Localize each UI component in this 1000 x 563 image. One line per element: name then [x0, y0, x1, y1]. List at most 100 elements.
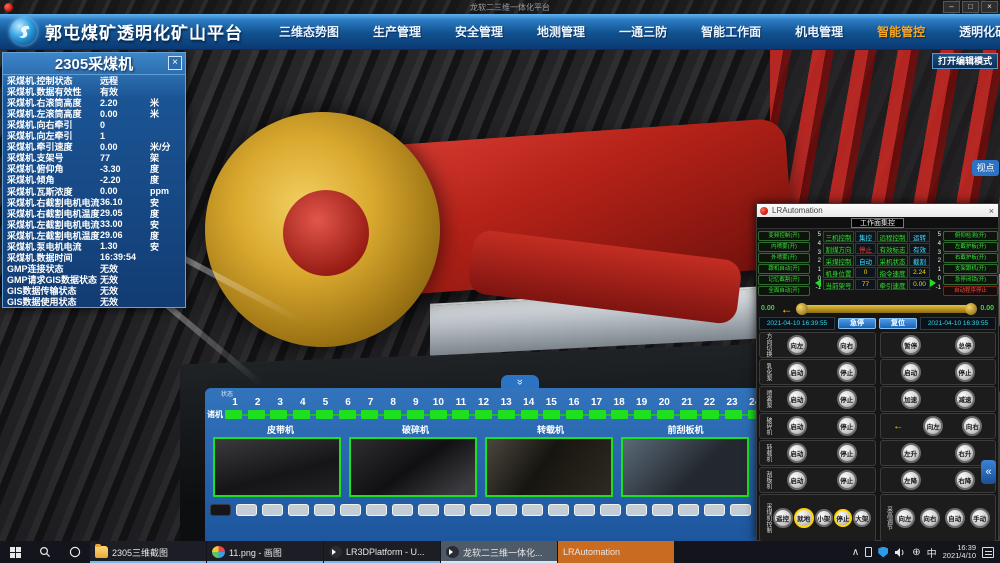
camera-number[interactable]: 6: [338, 397, 358, 408]
control-button-启动[interactable]: 启动: [787, 443, 807, 463]
camera-number[interactable]: 14: [519, 397, 539, 408]
camera-number[interactable]: 2: [248, 397, 268, 408]
collapse-panel-button[interactable]: «: [501, 375, 539, 388]
pager-square[interactable]: [262, 504, 283, 516]
taskbar-app[interactable]: LR3DPlatform - U...: [324, 541, 440, 563]
camera-thumbnail[interactable]: [213, 437, 341, 497]
pager-square[interactable]: [600, 504, 621, 516]
viewpoint-tag[interactable]: 视点: [972, 160, 999, 176]
panel-close-icon[interactable]: ×: [168, 56, 182, 70]
control-button-停止[interactable]: 停止: [837, 443, 857, 463]
pager-square[interactable]: [418, 504, 439, 516]
nav-item[interactable]: 生产管理: [373, 23, 421, 40]
pager-square[interactable]: [704, 504, 725, 516]
mode-button[interactable]: 右截护板(开): [943, 253, 998, 263]
control-button-手动[interactable]: 手动: [970, 508, 990, 528]
hidden-icons-caret[interactable]: ∧: [852, 547, 859, 558]
mode-button[interactable]: 外喷雾(开): [758, 253, 810, 263]
camera-number[interactable]: 13: [496, 397, 516, 408]
start-button[interactable]: [0, 541, 30, 563]
network-icon[interactable]: ⊕: [912, 547, 920, 558]
control-button-停止[interactable]: 停止: [837, 416, 857, 436]
tray-clock[interactable]: 16:39 2021/4/10: [943, 544, 976, 560]
camera-number[interactable]: 12: [474, 397, 494, 408]
action-center-icon[interactable]: [982, 547, 994, 558]
open-edit-mode-button[interactable]: 打开编辑模式: [932, 53, 998, 69]
taskbar-app[interactable]: LRAutomation: [558, 541, 674, 563]
mode-button[interactable]: 内喷雾(开): [758, 242, 810, 252]
camera-number[interactable]: 3: [270, 397, 290, 408]
camera-number[interactable]: 20: [654, 397, 674, 408]
camera-number[interactable]: 21: [677, 397, 697, 408]
control-button-右升[interactable]: 右升: [955, 443, 975, 463]
mode-button[interactable]: 跟机自动(开): [758, 264, 810, 274]
mode-button[interactable]: 左截护板(开): [943, 242, 998, 252]
mode-button[interactable]: 自动程序停止: [943, 286, 998, 296]
estop-button[interactable]: 急停: [838, 318, 876, 329]
camera-number[interactable]: 18: [609, 397, 629, 408]
camera-number[interactable]: 4: [293, 397, 313, 408]
pager-square[interactable]: [574, 504, 595, 516]
control-button-向右[interactable]: 向右: [837, 335, 857, 355]
control-button-向左[interactable]: 向左: [895, 508, 915, 528]
pager-square[interactable]: [548, 504, 569, 516]
camera-number[interactable]: 5: [315, 397, 335, 408]
control-button-停止[interactable]: 停止: [834, 509, 852, 527]
camera-number[interactable]: 9: [406, 397, 426, 408]
pager-square[interactable]: [522, 504, 543, 516]
control-button-启动[interactable]: 启动: [787, 416, 807, 436]
camera-number[interactable]: 7: [361, 397, 381, 408]
nav-item[interactable]: 安全管理: [455, 23, 503, 40]
reset-button[interactable]: 复位: [879, 318, 917, 329]
control-button-加速[interactable]: 加速: [901, 389, 921, 409]
control-button-启动[interactable]: 启动: [901, 362, 921, 382]
mode-button[interactable]: 急停闭锁(开): [943, 275, 998, 285]
nav-item[interactable]: 透明化矿山: [959, 23, 1000, 40]
camera-number[interactable]: 10: [428, 397, 448, 408]
pager-square[interactable]: [392, 504, 413, 516]
camera-number[interactable]: 17: [587, 397, 607, 408]
camera-number[interactable]: 1: [225, 397, 245, 408]
control-button-右降[interactable]: 右降: [955, 470, 975, 490]
control-button-停止[interactable]: 停止: [837, 362, 857, 382]
nav-item[interactable]: 地测管理: [537, 23, 585, 40]
control-button-就地[interactable]: 就地: [794, 508, 814, 528]
search-button[interactable]: [30, 541, 60, 563]
control-button-暂停[interactable]: 暂停: [901, 335, 921, 355]
pager-square[interactable]: [366, 504, 387, 516]
nav-item[interactable]: 一通三防: [619, 23, 667, 40]
close-button[interactable]: ×: [981, 1, 998, 13]
defender-shield-icon[interactable]: [878, 547, 888, 558]
pager-square[interactable]: [236, 504, 257, 516]
pager-square[interactable]: [496, 504, 517, 516]
pager-square[interactable]: [444, 504, 465, 516]
usb-device-icon[interactable]: [865, 547, 872, 557]
speaker-icon[interactable]: [894, 547, 906, 558]
control-button-遥控[interactable]: 遥控: [773, 508, 793, 528]
taskbar-app[interactable]: 2305三维截图: [90, 541, 206, 563]
pager-square[interactable]: [340, 504, 361, 516]
control-button-左降[interactable]: 左降: [901, 470, 921, 490]
mode-button[interactable]: 全面自动(开): [758, 286, 810, 296]
pager-square[interactable]: [652, 504, 673, 516]
camera-number[interactable]: 15: [541, 397, 561, 408]
control-button-向右[interactable]: 向右: [920, 508, 940, 528]
mode-button[interactable]: 支架跟机(开): [943, 264, 998, 274]
control-button-小架[interactable]: 小架: [815, 509, 833, 527]
mode-button[interactable]: 俯仰检测(开): [943, 231, 998, 241]
camera-thumbnail[interactable]: [485, 437, 613, 497]
taskbar-app[interactable]: 龙软二三维一体化...: [441, 541, 557, 563]
control-button-自动[interactable]: 自动: [945, 508, 965, 528]
nav-item[interactable]: 智能工作面: [701, 23, 761, 40]
collapse-window-button[interactable]: «: [981, 460, 996, 484]
pager-square[interactable]: [314, 504, 335, 516]
control-button-停止[interactable]: 停止: [837, 389, 857, 409]
camera-number[interactable]: 8: [383, 397, 403, 408]
camera-number[interactable]: 19: [632, 397, 652, 408]
camera-thumbnail[interactable]: [349, 437, 477, 497]
control-button-大架[interactable]: 大架: [853, 509, 871, 527]
control-button-启动[interactable]: 启动: [787, 470, 807, 490]
camera-number[interactable]: 16: [564, 397, 584, 408]
control-button-向左[interactable]: 向左: [787, 335, 807, 355]
ime-indicator[interactable]: 中: [927, 545, 937, 560]
